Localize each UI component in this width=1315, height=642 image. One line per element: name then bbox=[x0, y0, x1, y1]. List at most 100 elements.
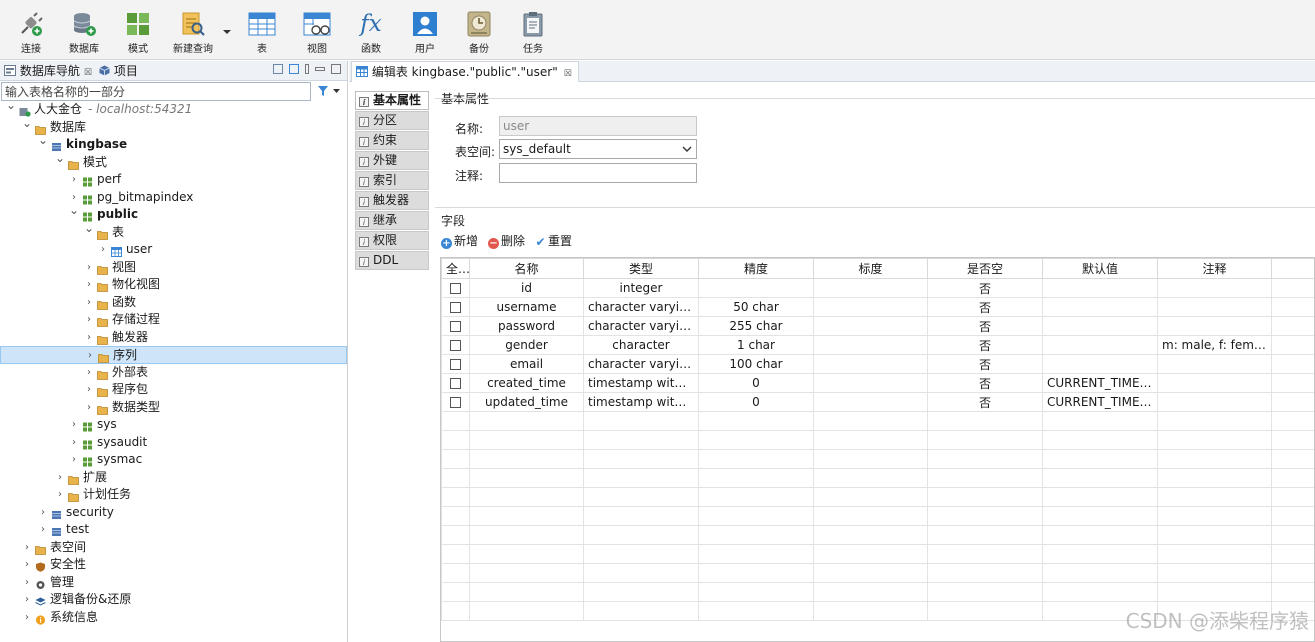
cell-default[interactable]: CURRENT_TIMES... bbox=[1042, 373, 1158, 393]
chevron-right-icon[interactable]: › bbox=[84, 364, 94, 382]
table-button[interactable]: 表 bbox=[235, 9, 289, 59]
cell-type[interactable]: timestamp with t... bbox=[583, 373, 699, 393]
cell-type[interactable]: character varying bbox=[583, 316, 699, 336]
cell-default[interactable]: CURRENT_TIMES... bbox=[1042, 392, 1158, 412]
side-tab[interactable]: i 分区 bbox=[355, 111, 429, 130]
table-search-input[interactable] bbox=[2, 83, 310, 100]
field-action-button[interactable]: + 新增 bbox=[441, 232, 478, 249]
side-tab[interactable]: i 外键 bbox=[355, 151, 429, 170]
row-checkbox[interactable] bbox=[450, 340, 461, 351]
row-checkbox[interactable] bbox=[450, 397, 461, 408]
chevron-right-icon[interactable]: › bbox=[22, 539, 32, 557]
user-button[interactable]: 用户 bbox=[398, 9, 452, 59]
view-button[interactable]: 视图 bbox=[290, 9, 344, 59]
close-icon[interactable]: ☒ bbox=[564, 69, 572, 79]
tree-node[interactable]: › sysaudit bbox=[0, 434, 347, 452]
cell-precision[interactable]: 1 char bbox=[698, 335, 814, 355]
side-tab[interactable]: i DDL bbox=[355, 251, 429, 270]
chevron-right-icon[interactable]: › bbox=[84, 329, 94, 347]
field-action-button[interactable]: − 删除 bbox=[488, 232, 525, 249]
select-all-header[interactable]: 全.. bbox=[441, 258, 470, 279]
cell-nullable[interactable]: 否 bbox=[927, 373, 1043, 393]
view-menu-icon[interactable] bbox=[305, 64, 309, 74]
column-header[interactable]: 类型 bbox=[583, 258, 699, 279]
side-tab[interactable]: i 权限 bbox=[355, 231, 429, 250]
chevron-down-icon[interactable]: ⌄ bbox=[55, 150, 65, 168]
side-tab[interactable]: i 触发器 bbox=[355, 191, 429, 210]
backup-button[interactable]: 备份 bbox=[452, 9, 506, 59]
tree-node[interactable]: › user bbox=[0, 241, 347, 259]
tab-database-navigator[interactable]: 数据库导航 ☒ bbox=[4, 63, 92, 80]
cell-name[interactable]: email bbox=[469, 354, 584, 374]
cell-precision[interactable]: 255 char bbox=[698, 316, 814, 336]
chevron-right-icon[interactable]: › bbox=[38, 504, 48, 522]
maximize-icon[interactable] bbox=[331, 64, 341, 74]
collapse-all-icon[interactable] bbox=[273, 64, 283, 74]
cell-scale[interactable] bbox=[813, 278, 928, 298]
tree-node[interactable]: › 安全性 bbox=[0, 556, 347, 574]
field-action-button[interactable]: ✔ 重置 bbox=[535, 232, 573, 249]
chevron-right-icon[interactable]: › bbox=[69, 171, 79, 189]
cell-nullable[interactable]: 否 bbox=[927, 335, 1043, 355]
chevron-right-icon[interactable]: › bbox=[22, 609, 32, 627]
new-query-dropdown-icon[interactable] bbox=[222, 27, 232, 37]
tree-node[interactable]: › 物化视图 bbox=[0, 276, 347, 294]
cell-name[interactable]: gender bbox=[469, 335, 584, 355]
table-row[interactable]: gender character 1 char 否 m: male, f: femal.… bbox=[441, 335, 1314, 355]
column-header[interactable]: 是否空 bbox=[927, 258, 1043, 279]
chevron-right-icon[interactable]: › bbox=[84, 381, 94, 399]
cell-precision[interactable]: 50 char bbox=[698, 297, 814, 317]
cell-nullable[interactable]: 否 bbox=[927, 278, 1043, 298]
task-button[interactable]: 任务 bbox=[506, 9, 560, 59]
comment-field[interactable] bbox=[499, 163, 697, 183]
tree-node[interactable]: › 程序包 bbox=[0, 381, 347, 399]
side-tab[interactable]: i 基本属性 bbox=[355, 91, 429, 110]
tree-node[interactable]: › security bbox=[0, 504, 347, 522]
cell-comment[interactable] bbox=[1157, 392, 1272, 412]
chevron-right-icon[interactable]: › bbox=[84, 399, 94, 417]
tree-node[interactable]: ⌄ public bbox=[0, 203, 347, 224]
table-row[interactable]: password character varying 255 char 否 bbox=[441, 316, 1314, 336]
cell-precision[interactable]: 0 bbox=[698, 373, 814, 393]
tree-node[interactable]: › pg_bitmapindex bbox=[0, 189, 347, 207]
cell-nullable[interactable]: 否 bbox=[927, 392, 1043, 412]
table-row[interactable]: updated_time timestamp with t... 0 否 CURRENT… bbox=[441, 392, 1314, 412]
table-row[interactable]: id integer 否 bbox=[441, 278, 1314, 298]
row-checkbox[interactable] bbox=[450, 359, 461, 370]
cell-comment[interactable] bbox=[1157, 373, 1272, 393]
cell-scale[interactable] bbox=[813, 392, 928, 412]
cell-type[interactable]: character varying bbox=[583, 354, 699, 374]
row-checkbox[interactable] bbox=[450, 302, 461, 313]
name-field[interactable]: user bbox=[499, 116, 697, 136]
tree-node[interactable]: ⌄ 模式 bbox=[0, 151, 347, 172]
tree-node[interactable]: ⌄ 表 bbox=[0, 221, 347, 242]
cell-name[interactable]: username bbox=[469, 297, 584, 317]
column-header[interactable]: 默认值 bbox=[1042, 258, 1158, 279]
tree-node[interactable]: › 触发器 bbox=[0, 329, 347, 347]
row-checkbox[interactable] bbox=[450, 283, 461, 294]
database-button[interactable]: 数据库 bbox=[57, 9, 111, 59]
chevron-down-icon[interactable]: ⌄ bbox=[6, 97, 16, 115]
tree-node[interactable]: › 序列 bbox=[0, 346, 347, 364]
table-row[interactable]: username character varying 50 char 否 bbox=[441, 297, 1314, 317]
cell-scale[interactable] bbox=[813, 335, 928, 355]
chevron-right-icon[interactable]: › bbox=[84, 259, 94, 277]
minimize-icon[interactable] bbox=[315, 67, 325, 71]
cell-precision[interactable]: 0 bbox=[698, 392, 814, 412]
tree-node[interactable]: › test bbox=[0, 521, 347, 539]
cell-name[interactable]: created_time bbox=[469, 373, 584, 393]
cell-type[interactable]: timestamp with t... bbox=[583, 392, 699, 412]
chevron-right-icon[interactable]: › bbox=[55, 469, 65, 487]
side-tab[interactable]: i 继承 bbox=[355, 211, 429, 230]
cell-name[interactable]: updated_time bbox=[469, 392, 584, 412]
chevron-right-icon[interactable]: › bbox=[22, 574, 32, 592]
tree-node[interactable]: › 存储过程 bbox=[0, 311, 347, 329]
cell-default[interactable] bbox=[1042, 278, 1158, 298]
close-icon[interactable]: ☒ bbox=[84, 68, 92, 78]
chevron-right-icon[interactable]: › bbox=[98, 241, 108, 259]
cell-default[interactable] bbox=[1042, 335, 1158, 355]
cell-nullable[interactable]: 否 bbox=[927, 354, 1043, 374]
tree-node[interactable]: › 逻辑备份&还原 bbox=[0, 591, 347, 609]
cell-name[interactable]: id bbox=[469, 278, 584, 298]
cell-default[interactable] bbox=[1042, 297, 1158, 317]
